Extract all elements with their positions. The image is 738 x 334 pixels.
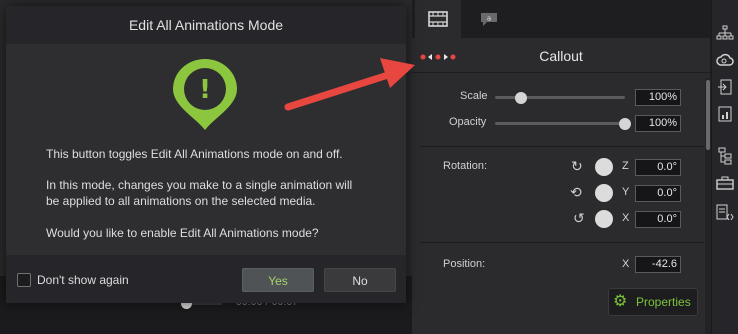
toolbox-icon[interactable] [711,172,738,194]
rotate-z-icon: ↻ [571,158,583,174]
position-label: Position: [443,258,486,270]
callout-tab-icon: a [481,13,497,26]
opacity-label: Opacity [449,116,487,128]
tab-visual-properties[interactable] [415,0,461,40]
divider [420,242,704,243]
position-x-field[interactable]: -42.6 [635,256,681,273]
tree-icon[interactable] [711,145,738,167]
rotation-z-axis: Z [622,160,629,172]
divider [420,146,704,147]
dialog-paragraph-1: This button toggles Edit All Animations … [46,147,343,161]
creative-cloud-icon[interactable] [711,49,738,71]
rotation-z-field[interactable]: 0.0° [635,159,681,176]
dialog-title: Edit All Animations Mode [128,17,284,33]
properties-button-label: Properties [636,295,691,309]
structure-icon[interactable] [711,22,738,44]
warning-pin-icon: ! [173,59,237,130]
chart-icon[interactable] [711,103,738,125]
export-icon[interactable] [711,76,738,98]
position-x-axis: X [622,258,630,270]
opacity-slider-knob[interactable] [619,118,631,130]
red-arrow-annotation [284,58,415,111]
rotate-y-icon: ⟲ [570,184,582,200]
scale-label: Scale [460,90,488,102]
rotation-z-dial[interactable] [595,158,613,176]
dialog-paragraph-2-line-2: be applied to all animations on the sele… [46,194,316,208]
opacity-field[interactable]: 100% [635,115,681,132]
rotate-x-icon: ↺ [573,210,585,226]
dont-show-again-label[interactable]: Don't show again [37,273,129,287]
opacity-slider[interactable] [495,122,625,125]
no-button[interactable]: No [324,268,396,292]
tab-annotation-properties[interactable]: a [466,0,512,38]
film-icon [428,11,448,27]
dont-show-again-checkbox[interactable] [17,273,31,287]
warning-glyph: ! [199,75,211,105]
rotation-x-dial[interactable] [595,210,613,228]
dialog-paragraph-3: Would you like to enable Edit All Animat… [46,226,319,240]
rotation-x-field[interactable]: 0.0° [635,211,681,228]
yes-button[interactable]: Yes [242,268,314,292]
gear-icon: ⚙ [613,293,628,310]
panel-title: Callout [539,48,583,64]
rotation-x-axis: X [622,212,630,224]
panel-scrollbar-thumb[interactable] [706,80,710,150]
dialog-paragraph-2-line-1: In this mode, changes you make to a sing… [46,178,353,192]
rotation-y-dial[interactable] [595,184,613,202]
rotation-y-field[interactable]: 0.0° [635,185,681,202]
code-icon[interactable] [711,202,738,224]
scale-slider-knob[interactable] [515,92,527,104]
svg-text:a: a [487,15,491,23]
rotation-y-axis: Y [622,186,630,198]
scale-field[interactable]: 100% [635,89,681,106]
rotation-label: Rotation: [443,160,488,172]
